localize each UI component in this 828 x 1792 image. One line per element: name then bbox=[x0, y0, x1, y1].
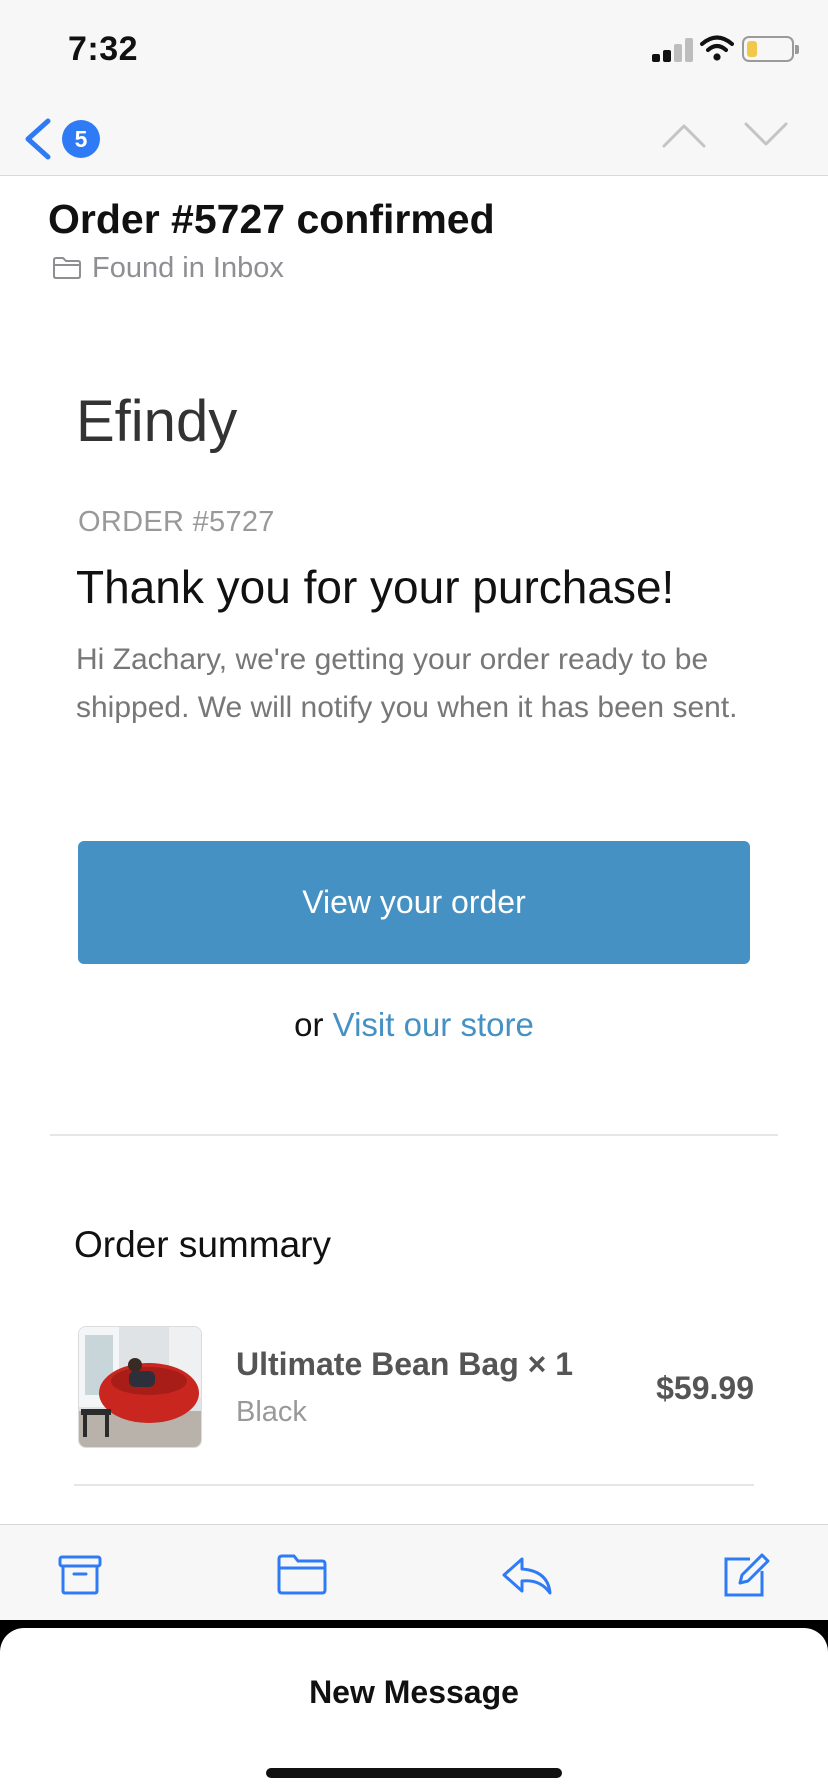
store-brand: Efindy bbox=[76, 389, 238, 454]
order-message: Hi Zachary, we're getting your order rea… bbox=[76, 643, 738, 724]
order-line-item: Ultimate Bean Bag × 1 Black $59.99 bbox=[74, 1324, 758, 1450]
chevron-down-icon[interactable] bbox=[744, 118, 788, 152]
or-text: or bbox=[294, 1006, 324, 1043]
folder-label: Found in Inbox bbox=[92, 251, 284, 284]
line-item-divider bbox=[74, 1484, 754, 1486]
mail-screen: 7:32 5 Order #5727 confirmed Found in In… bbox=[0, 0, 828, 1792]
product-image bbox=[78, 1326, 202, 1448]
cellular-signal-icon bbox=[652, 38, 693, 62]
section-divider bbox=[50, 1134, 778, 1136]
product-name: Ultimate Bean Bag × 1 bbox=[236, 1346, 573, 1382]
battery-level bbox=[747, 41, 757, 57]
wifi-icon bbox=[700, 35, 734, 61]
chevron-up-icon[interactable] bbox=[662, 118, 706, 152]
visit-store-link[interactable]: Visit our store bbox=[333, 1006, 534, 1043]
folder-location[interactable]: Found in Inbox bbox=[52, 250, 284, 286]
reply-icon[interactable] bbox=[500, 1549, 554, 1601]
battery-icon bbox=[742, 36, 799, 62]
email-subject: Order #5727 confirmed bbox=[48, 196, 495, 242]
folder-icon bbox=[53, 257, 81, 279]
mail-toolbar bbox=[0, 1524, 828, 1634]
home-indicator[interactable] bbox=[266, 1768, 562, 1778]
store-link-row: or Visit our store bbox=[0, 1006, 828, 1044]
thank-you-heading: Thank you for your purchase! bbox=[76, 561, 675, 613]
new-message-title[interactable]: New Message bbox=[0, 1674, 828, 1711]
nav-bar: 5 bbox=[0, 100, 828, 176]
order-number: ORDER #5727 bbox=[78, 506, 275, 538]
status-bar: 7:32 bbox=[0, 0, 828, 100]
status-time: 7:32 bbox=[68, 30, 139, 68]
product-price: $59.99 bbox=[656, 1370, 754, 1406]
order-summary-heading: Order summary bbox=[74, 1224, 331, 1265]
new-message-sheet[interactable]: New Message bbox=[0, 1628, 828, 1792]
view-order-button[interactable]: View your order bbox=[78, 841, 750, 964]
product-variant: Black bbox=[236, 1396, 307, 1428]
folder-move-icon[interactable] bbox=[276, 1549, 330, 1601]
back-button[interactable]: 5 bbox=[22, 110, 102, 166]
archive-icon[interactable] bbox=[54, 1549, 108, 1601]
compose-icon[interactable] bbox=[718, 1549, 772, 1601]
unread-count-badge: 5 bbox=[62, 120, 100, 158]
chevron-left-icon bbox=[25, 118, 51, 160]
